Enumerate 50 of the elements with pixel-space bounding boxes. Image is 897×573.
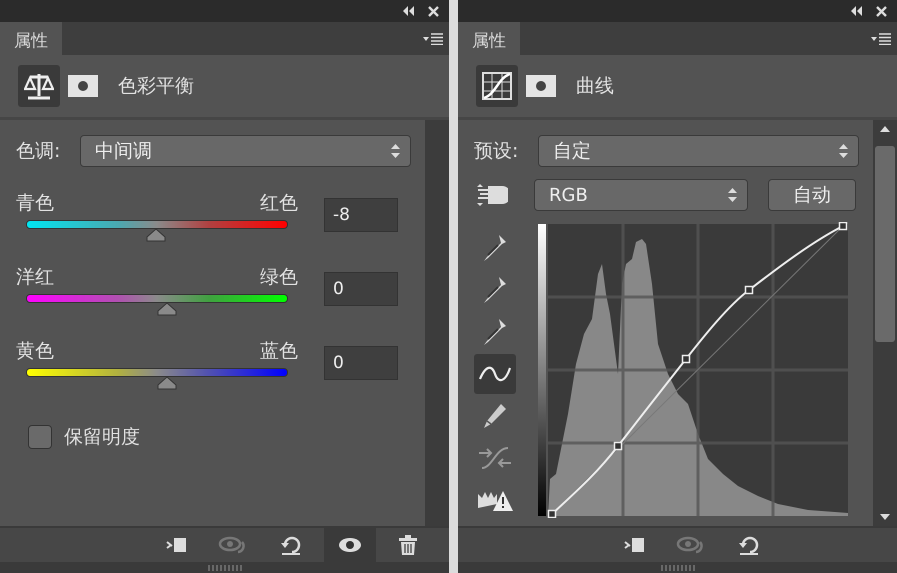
eyedropper-icon (482, 317, 508, 347)
collapse-icon[interactable] (402, 6, 414, 16)
slider-label: 绿色 (260, 265, 298, 290)
value-field[interactable]: 0 (324, 346, 398, 380)
channel-dropdown[interactable]: RGB (534, 179, 748, 211)
adjustment-title: 色彩平衡 (118, 74, 194, 99)
scroll-down-icon[interactable] (880, 514, 890, 520)
curve-tool-button[interactable] (474, 354, 516, 394)
panel-tab[interactable]: 属性 (458, 22, 520, 55)
panel-menu-icon[interactable] (423, 32, 443, 44)
checkbox[interactable] (28, 425, 52, 449)
panel-menu-icon[interactable] (871, 32, 891, 44)
auto-button[interactable]: 自动 (768, 179, 856, 211)
close-icon[interactable] (876, 6, 887, 16)
hand-adjust-icon[interactable] (476, 182, 508, 208)
adjustment-button[interactable] (476, 65, 518, 107)
scrollbar[interactable] (425, 120, 449, 526)
resize-grip-icon[interactable] (208, 564, 242, 570)
eyedropper-icon (482, 233, 508, 263)
panel-tab[interactable]: 属性 (0, 22, 62, 55)
collapse-icon[interactable] (850, 6, 862, 16)
close-icon[interactable] (428, 6, 439, 16)
eye-icon (338, 537, 362, 553)
slider-label: 红色 (260, 191, 298, 216)
adjustment-button[interactable] (18, 65, 60, 107)
clip-to-layer-icon (623, 536, 645, 554)
slider-label: 青色 (16, 191, 54, 216)
smooth-curve-icon (478, 446, 512, 470)
visibility-button[interactable] (324, 528, 376, 562)
updown-arrows-icon (839, 144, 848, 158)
preset-label: 预设: (474, 139, 520, 164)
scrollbar[interactable] (873, 120, 897, 526)
tone-dropdown[interactable]: 中间调 (80, 135, 411, 167)
slider-label: 蓝色 (260, 339, 298, 364)
slider-label: 黄色 (16, 339, 54, 364)
resize-grip-icon[interactable] (660, 564, 694, 570)
scroll-up-icon[interactable] (880, 126, 890, 132)
updown-arrows-icon (391, 144, 400, 158)
value-field[interactable]: -8 (324, 198, 398, 232)
slider-label: 洋红 (16, 265, 54, 290)
checkbox-label: 保留明度 (64, 425, 140, 450)
eyedropper-icon (482, 275, 508, 305)
preset-dropdown[interactable]: 自定 (538, 135, 859, 167)
pencil-icon (482, 402, 508, 430)
updown-arrows-icon (728, 188, 737, 202)
tone-label: 色调: (16, 139, 62, 164)
value-field[interactable]: 0 (324, 272, 398, 306)
adjustment-title: 曲线 (576, 74, 614, 99)
clip-to-layer-icon (165, 536, 187, 554)
trash-icon (398, 534, 418, 556)
